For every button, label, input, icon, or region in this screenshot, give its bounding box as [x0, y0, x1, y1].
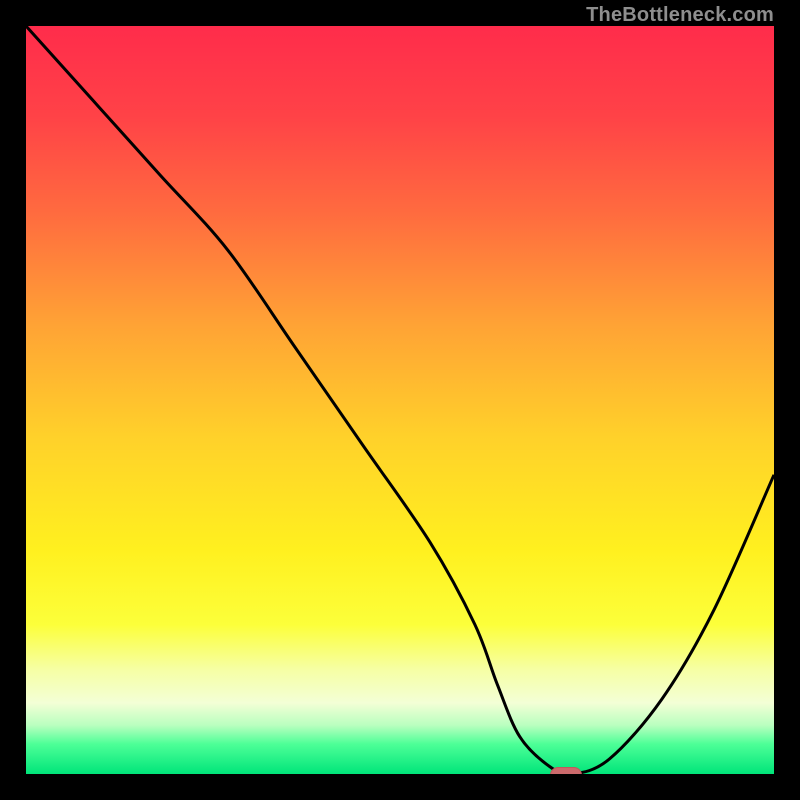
- watermark-text: TheBottleneck.com: [586, 4, 774, 27]
- plot-area: [26, 26, 774, 774]
- chart-container: { "watermark": "TheBottleneck.com", "col…: [0, 0, 800, 800]
- background-gradient: [26, 26, 774, 774]
